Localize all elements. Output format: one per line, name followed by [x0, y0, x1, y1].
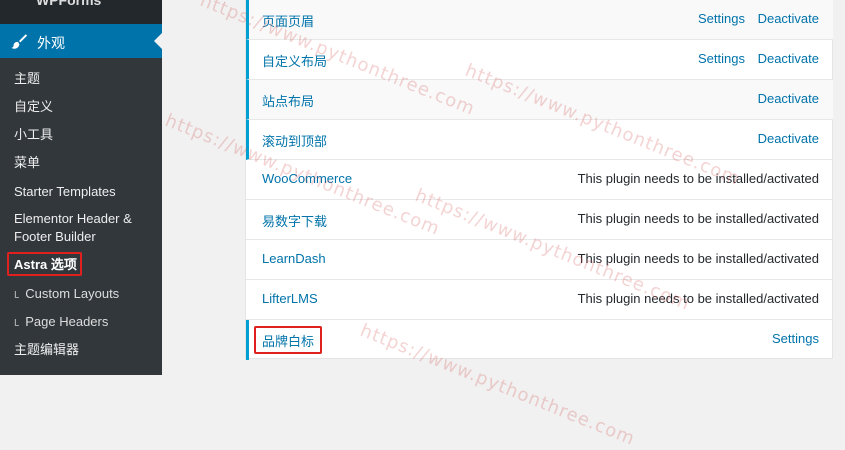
- module-row-site-layouts: 站点布局 Deactivate: [246, 80, 833, 120]
- plugin-required-note: This plugin needs to be installed/activa…: [577, 211, 819, 226]
- module-actions: This plugin needs to be installed/activa…: [578, 211, 819, 226]
- module-actions: Settings Deactivate: [689, 51, 819, 66]
- module-actions: This plugin needs to be installed/activa…: [578, 291, 819, 306]
- submenu-label: Page Headers: [25, 314, 109, 329]
- submenu-label-line-1: Elementor Header &: [14, 211, 132, 226]
- astra-modules-list: 页面页眉 Settings Deactivate 自定义布局 Settings …: [245, 0, 833, 360]
- settings-link[interactable]: Settings: [698, 11, 745, 26]
- plugin-required-note: This plugin needs to be installed/activa…: [577, 251, 819, 266]
- settings-link[interactable]: Settings: [698, 51, 745, 66]
- module-name[interactable]: WooCommerce: [262, 171, 352, 186]
- submenu-label: 自定义: [14, 99, 54, 114]
- module-row-woocommerce: WooCommerce This plugin needs to be inst…: [246, 160, 833, 200]
- module-name[interactable]: 易数字下载: [262, 211, 327, 230]
- module-row-easy-digital-downloads: 易数字下载 This plugin needs to be installed/…: [246, 200, 833, 240]
- module-row-custom-layouts: 自定义布局 Settings Deactivate: [246, 40, 833, 80]
- module-row-scroll-to-top: 滚动到顶部 Deactivate: [246, 120, 833, 160]
- submenu-item-theme-editor[interactable]: 主题编辑器: [14, 341, 79, 359]
- submenu-label: 主题编辑器: [14, 342, 80, 357]
- deactivate-link[interactable]: Deactivate: [758, 11, 819, 26]
- submenu-label: 菜单: [14, 155, 41, 170]
- admin-sidebar: WPForms 外观 主题 自定义 小工具 菜单 Starter Templat…: [0, 0, 162, 375]
- module-name[interactable]: 站点布局: [262, 91, 314, 110]
- submenu-label: Starter Templates: [14, 184, 116, 199]
- submenu-item-themes[interactable]: 主题: [14, 70, 40, 88]
- module-name[interactable]: 品牌白标: [262, 331, 314, 350]
- module-row-lifterlms: LifterLMS This plugin needs to be instal…: [246, 280, 833, 320]
- submenu-label-line-2: Footer Builder: [14, 229, 96, 244]
- submenu-item-custom-layouts[interactable]: ʟ Custom Layouts: [14, 285, 119, 303]
- module-actions: This plugin needs to be installed/activa…: [578, 171, 819, 186]
- submenu-label: Custom Layouts: [25, 286, 120, 301]
- module-actions: Settings: [763, 331, 819, 346]
- sidebar-item-appearance[interactable]: 外观: [0, 24, 162, 58]
- current-menu-arrow: [154, 33, 162, 49]
- submenu-label: 小工具: [14, 127, 54, 142]
- deactivate-link[interactable]: Deactivate: [758, 131, 819, 146]
- module-row-page-headers: 页面页眉 Settings Deactivate: [246, 0, 833, 40]
- sub-indent-icon: ʟ: [14, 314, 20, 329]
- submenu-item-starter-templates[interactable]: Starter Templates: [14, 183, 116, 201]
- sidebar-item-label: 外观: [37, 35, 65, 51]
- sidebar-item-wpforms[interactable]: WPForms: [0, 0, 162, 24]
- sidebar-item-label: WPForms: [36, 0, 102, 8]
- deactivate-link[interactable]: Deactivate: [758, 91, 819, 106]
- module-name[interactable]: LearnDash: [262, 251, 326, 266]
- module-row-learndash: LearnDash This plugin needs to be instal…: [246, 240, 833, 280]
- module-name[interactable]: 页面页眉: [262, 11, 314, 30]
- sub-indent-icon: ʟ: [14, 286, 20, 301]
- submenu-label: 主题: [14, 71, 41, 86]
- submenu-item-page-headers[interactable]: ʟ Page Headers: [14, 313, 108, 331]
- submenu-item-customize[interactable]: 自定义: [14, 98, 53, 116]
- module-actions: This plugin needs to be installed/activa…: [578, 251, 819, 266]
- paintbrush-icon: [11, 34, 28, 49]
- submenu-item-widgets[interactable]: 小工具: [14, 126, 53, 144]
- module-actions: Deactivate: [749, 131, 819, 146]
- submenu-item-menus[interactable]: 菜单: [14, 154, 40, 172]
- deactivate-link[interactable]: Deactivate: [758, 51, 819, 66]
- submenu-item-astra-options[interactable]: Astra 选项: [14, 256, 77, 274]
- settings-link[interactable]: Settings: [772, 331, 819, 346]
- module-actions: Deactivate: [749, 91, 819, 106]
- module-row-white-label: 品牌白标 Settings: [246, 320, 833, 360]
- module-name[interactable]: 自定义布局: [262, 51, 327, 70]
- module-name[interactable]: LifterLMS: [262, 291, 318, 306]
- plugin-required-note: This plugin needs to be installed/activa…: [577, 171, 819, 186]
- module-name[interactable]: 滚动到顶部: [262, 131, 327, 150]
- submenu-label: Astra 选项: [14, 257, 77, 272]
- module-actions: Settings Deactivate: [689, 11, 819, 26]
- plugin-required-note: This plugin needs to be installed/activa…: [577, 291, 819, 306]
- submenu-item-elementor-header-footer[interactable]: Elementor Header & Footer Builder: [14, 210, 132, 246]
